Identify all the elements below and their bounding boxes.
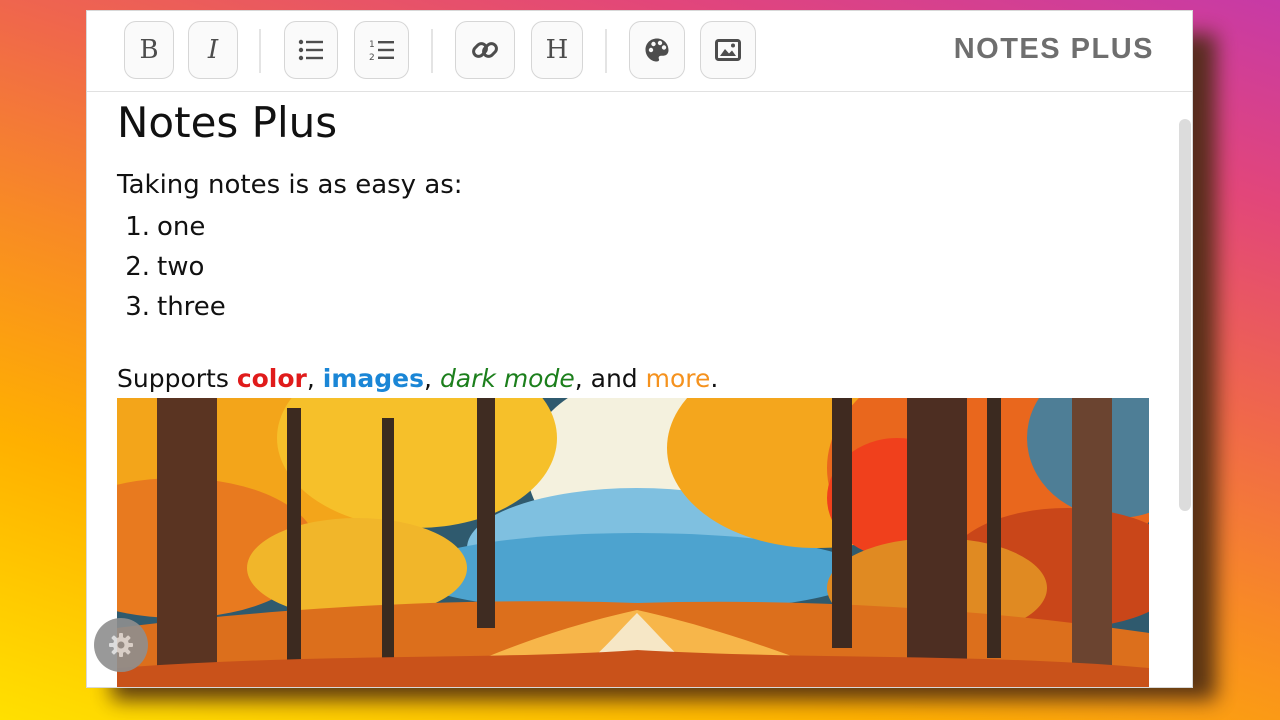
insert-image-button[interactable] xyxy=(700,21,756,79)
supports-suffix: . xyxy=(710,364,719,393)
separator: , xyxy=(306,364,323,393)
list-item: 2. two xyxy=(117,247,1157,287)
app-brand: NOTES PLUS xyxy=(953,33,1154,65)
bullet-list-icon xyxy=(298,39,323,61)
more-word: more xyxy=(645,364,711,393)
supports-prefix: Supports xyxy=(117,364,237,393)
bullet-list-button[interactable] xyxy=(284,21,338,79)
toolbar: B I 1 2 H NOTES PLUS xyxy=(87,11,1192,92)
intro-paragraph: Taking notes is as easy as: xyxy=(117,170,463,200)
color-word: color xyxy=(236,364,307,393)
settings-button[interactable] xyxy=(94,618,148,672)
gear-icon xyxy=(109,633,133,657)
numbered-list: 1. one 2. two 3. three xyxy=(117,207,1157,327)
link-button[interactable] xyxy=(455,21,515,79)
italic-icon: I xyxy=(207,35,219,65)
images-word: images xyxy=(322,364,425,393)
toolbar-divider xyxy=(605,29,607,73)
numbered-list-button[interactable]: 1 2 xyxy=(354,21,409,79)
list-item: 1. one xyxy=(117,207,1157,247)
toolbar-divider xyxy=(259,29,261,73)
list-item-text: three xyxy=(157,292,226,322)
autumn-forest-image[interactable] xyxy=(117,398,1149,687)
supports-paragraph: Supports color, images, dark mode, and m… xyxy=(117,363,718,395)
separator: , xyxy=(424,364,440,393)
list-item-number: 1. xyxy=(125,212,150,242)
document-body[interactable]: Notes Plus Taking notes is as easy as: 1… xyxy=(117,95,1157,327)
color-button[interactable] xyxy=(629,21,685,79)
dark-mode-word: dark mode xyxy=(439,364,575,393)
vertical-scrollbar[interactable] xyxy=(1179,119,1191,511)
list-item-text: two xyxy=(157,252,205,282)
list-item-number: 3. xyxy=(125,292,150,322)
heading-icon: H xyxy=(545,35,569,65)
bold-icon: B xyxy=(139,35,159,65)
document-title: Notes Plus xyxy=(117,98,338,147)
italic-button[interactable]: I xyxy=(188,21,238,79)
svg-text:1: 1 xyxy=(369,40,375,50)
separator: , and xyxy=(574,364,646,393)
bold-button[interactable]: B xyxy=(124,21,174,79)
svg-text:2: 2 xyxy=(369,53,375,62)
heading-button[interactable]: H xyxy=(531,21,583,79)
image-icon xyxy=(715,39,741,61)
list-item-number: 2. xyxy=(125,252,150,282)
forest-painting-graphic xyxy=(117,398,1149,687)
list-item: 3. three xyxy=(117,287,1157,327)
toolbar-divider xyxy=(431,29,433,73)
link-icon xyxy=(472,42,498,58)
editor-window: B I 1 2 H NOTES PLUS Notes Plus Taking n… xyxy=(86,10,1193,688)
palette-icon xyxy=(645,38,669,62)
numbered-list-icon: 1 2 xyxy=(369,40,394,62)
list-item-text: one xyxy=(157,212,206,242)
